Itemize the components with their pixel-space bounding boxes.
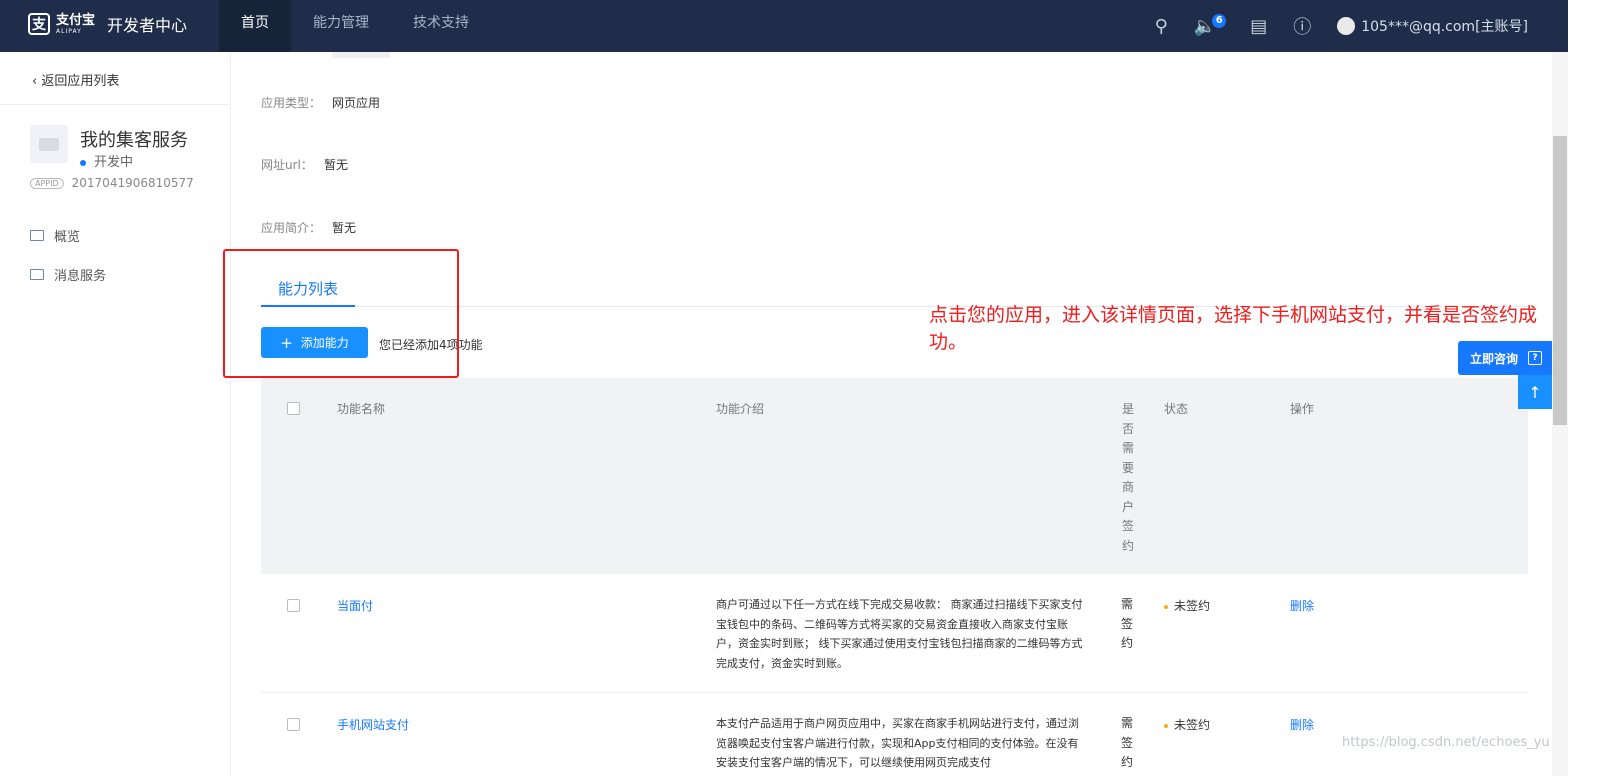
sidebar-item-message-service[interactable]: 消息服务: [30, 265, 106, 284]
row-checkbox[interactable]: [287, 599, 300, 612]
url-value: 暂无: [324, 158, 349, 172]
header-stub: [332, 52, 390, 58]
need-sign-cell: 需 签 约: [1120, 716, 1133, 769]
header-name: 功能名称: [337, 402, 386, 416]
logo-cn: 支付宝: [56, 12, 96, 28]
watermark: https://blog.csdn.net/echoes_yu: [1342, 735, 1550, 750]
top-navigation-bar: 支 支付宝 ALIPAY 开发者中心 首页 能力管理 技术支持 ⚲ 🔈 6 ▤ ⓘ…: [0, 0, 1600, 52]
intro-label: 应用简介：: [261, 221, 322, 235]
scrollbar-thumb[interactable]: [1553, 136, 1567, 425]
delete-link[interactable]: 删除: [1290, 597, 1314, 614]
warning-dot: [1164, 604, 1168, 609]
document-icon[interactable]: ▤: [1250, 16, 1267, 37]
select-all-checkbox[interactable]: [287, 402, 300, 415]
site-title: 开发者中心: [107, 16, 188, 35]
app-icon: [30, 125, 68, 163]
arrow-up-icon: ↑: [1528, 382, 1542, 402]
header-op: 操作: [1290, 402, 1315, 416]
back-to-app-list[interactable]: ‹ 返回应用列表: [32, 70, 119, 89]
speaker-icon[interactable]: 🔈 6: [1194, 13, 1227, 37]
user-account[interactable]: 105***@qq.com[主账号]: [1337, 16, 1528, 36]
window-edge: [1568, 0, 1600, 776]
app-type-value: 网页应用: [332, 96, 381, 110]
annotation-text: 点击您的应用，进入该详情页面，选择下手机网站支付，并看是否签约成功。: [929, 304, 1538, 353]
capability-desc: 商户可通过以下任一方式在线下完成交易收款： 商家通过扫描线下买家支付宝钱包中的条…: [716, 598, 1083, 670]
logo-en: ALIPAY: [56, 27, 82, 35]
nav-home[interactable]: 首页: [219, 0, 291, 52]
need-sign-cell: 需 签 约: [1120, 597, 1133, 650]
sidebar: ‹ 返回应用列表 我的集客服务 开发中 APPID 20170419068105…: [0, 52, 231, 776]
avatar: [1337, 17, 1356, 35]
app-name: 我的集客服务: [80, 130, 188, 151]
status-dot: [80, 159, 86, 166]
capability-name-link[interactable]: 手机网站支付: [337, 716, 409, 733]
chevron-left-icon: ‹: [32, 74, 38, 89]
user-email: 105***@qq.com[主账号]: [1361, 19, 1528, 35]
monitor-icon: [30, 230, 44, 241]
appid-value: 2017041906810577: [71, 176, 194, 190]
consult-button[interactable]: 立即咨询 ?: [1458, 341, 1552, 375]
delete-link[interactable]: 删除: [1290, 716, 1314, 733]
sidebar-item-overview[interactable]: 概览: [30, 226, 80, 245]
intro-value: 暂无: [332, 221, 357, 235]
url-label: 网址url：: [261, 158, 313, 172]
alipay-logo-icon: 支: [28, 13, 50, 35]
row-divider: [261, 692, 1528, 693]
sidebar-divider: [0, 104, 230, 105]
app-status: 开发中: [80, 151, 133, 170]
capability-desc: 本支付产品适用于商户网页应用中，买家在商家手机网站进行支付，通过浏览器唤起支付宝…: [716, 717, 1079, 769]
warning-dot: [1164, 723, 1168, 728]
logo[interactable]: 支 支付宝 ALIPAY 开发者中心: [28, 12, 187, 36]
back-to-top-button[interactable]: ↑: [1518, 375, 1552, 409]
header-need-sign: 是 否 需 要 商 户 签 约: [1121, 402, 1134, 553]
search-icon[interactable]: ⚲: [1155, 16, 1168, 37]
app-type-label: 应用类型：: [261, 96, 322, 110]
notification-badge: 6: [1212, 13, 1227, 28]
table-header: 功能名称 功能介绍 是 否 需 要 商 户 签 约 状态 操作: [261, 378, 1528, 574]
appid-tag: APPID: [30, 177, 64, 189]
nav-capability-management[interactable]: 能力管理: [291, 0, 391, 52]
chart-icon: [30, 269, 44, 280]
question-icon: ?: [1528, 351, 1543, 365]
appid: APPID 2017041906810577: [30, 176, 194, 190]
row-checkbox[interactable]: [287, 718, 300, 731]
header-status: 状态: [1164, 402, 1189, 416]
status-badge: 未签约: [1164, 716, 1210, 733]
header-desc: 功能介绍: [716, 402, 765, 416]
help-icon[interactable]: ⓘ: [1293, 13, 1311, 39]
red-highlight-box: [223, 249, 459, 378]
capability-name-link[interactable]: 当面付: [337, 597, 373, 614]
nav-tech-support[interactable]: 技术支持: [391, 0, 491, 52]
status-badge: 未签约: [1164, 597, 1210, 614]
